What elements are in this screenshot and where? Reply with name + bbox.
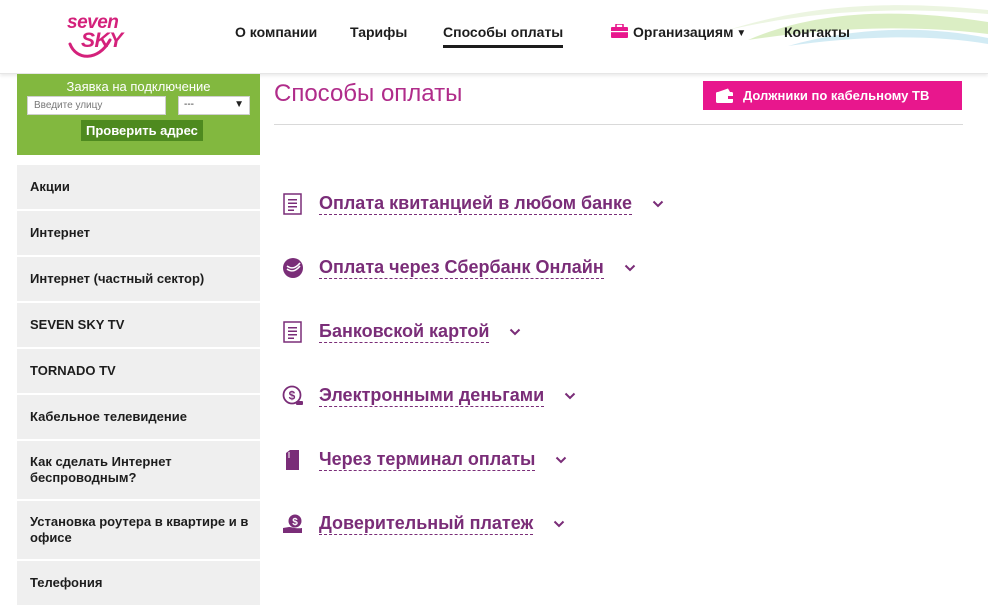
payment-method-label: Доверительный платеж — [319, 513, 534, 535]
sidebar-item-label: Интернет — [30, 225, 91, 240]
chevron-down-icon — [554, 520, 565, 528]
nav-organizations[interactable]: Организациям ▼ — [611, 24, 746, 40]
payment-method-label: Оплата через Сбербанк Онлайн — [319, 257, 604, 279]
sidebar-item-router-install[interactable]: Установка роутера в квартире и в офисе — [17, 501, 260, 559]
sidebar-item-telephony[interactable]: Телефония — [17, 561, 260, 605]
svg-text:$: $ — [289, 389, 296, 403]
sidebar-item-internet-private[interactable]: Интернет (частный сектор) — [17, 257, 260, 301]
payment-method-terminal[interactable]: Через терминал оплаты — [282, 445, 567, 475]
chevron-down-icon — [510, 328, 521, 336]
chevron-down-icon — [564, 392, 576, 400]
sidebar-item-label: Телефония — [30, 575, 103, 590]
sidebar-item-promotions[interactable]: Акции — [17, 165, 260, 209]
title-divider — [274, 124, 963, 125]
nav-tariffs[interactable]: Тарифы — [350, 24, 407, 40]
logo-smile-icon — [68, 38, 112, 58]
sidebar-item-label: Как сделать Интернет беспроводным? — [30, 454, 172, 485]
svg-text:$: $ — [292, 517, 298, 528]
sidebar-item-label: SEVEN SKY TV — [30, 317, 125, 332]
payment-method-bank-receipt[interactable]: Оплата квитанцией в любом банке — [282, 189, 664, 219]
payment-method-sberbank-online[interactable]: Оплата через Сбербанк Онлайн — [282, 253, 636, 283]
check-address-button[interactable]: Проверить адрес — [81, 120, 203, 141]
nav-payment-methods[interactable]: Способы оплаты — [443, 24, 564, 48]
connection-request-box: Заявка на подключение --- ▼ Проверить ад… — [17, 74, 260, 155]
trust-payment-icon: $ — [283, 514, 302, 533]
caret-down-icon: ▼ — [736, 28, 747, 39]
cable-tv-debtors-button[interactable]: Должники по кабельному ТВ — [703, 81, 962, 110]
briefcase-icon — [611, 24, 628, 38]
debtors-button-label: Должники по кабельному ТВ — [743, 88, 930, 103]
sidebar-item-label: Кабельное телевидение — [30, 409, 187, 424]
sidebar-item-label: Интернет (частный сектор) — [30, 271, 205, 286]
sidebar-item-cable-tv[interactable]: Кабельное телевидение — [17, 395, 260, 439]
header-swoosh-decoration — [728, 5, 988, 46]
site-header: seven SKY О компании Тарифы Способы опла… — [0, 0, 988, 74]
sidebar-item-internet[interactable]: Интернет — [17, 211, 260, 255]
payment-method-trust-payment[interactable]: $ Доверительный платеж — [282, 509, 565, 539]
e-money-icon: $ — [282, 385, 303, 405]
receipt-icon — [283, 193, 302, 215]
chevron-down-icon — [624, 264, 635, 272]
payment-method-label: Через терминал оплаты — [319, 449, 536, 471]
terminal-icon — [286, 450, 299, 470]
sidebar-item-label: Акции — [30, 179, 70, 194]
payment-method-label: Банковской картой — [319, 321, 490, 343]
chevron-down-icon — [652, 200, 664, 208]
page-title: Способы оплаты — [274, 80, 463, 107]
payment-method-e-money[interactable]: $ Электронными деньгами — [282, 381, 576, 411]
sidebar-item-wireless-internet[interactable]: Как сделать Интернет беспроводным? — [17, 441, 260, 499]
nav-about[interactable]: О компании — [235, 24, 317, 40]
receipt-icon — [283, 321, 302, 343]
sidebar-item-label: TORNADO TV — [30, 363, 116, 378]
sidebar-item-label: Установка роутера в квартире и в офисе — [30, 514, 249, 545]
chevron-down-icon — [556, 456, 567, 464]
payment-method-label: Оплата квитанцией в любом банке — [319, 193, 633, 215]
payment-method-label: Электронными деньгами — [319, 385, 545, 407]
wallet-icon — [716, 88, 733, 103]
house-select-value: --- — [184, 99, 194, 110]
sidebar-item-tornado-tv[interactable]: TORNADO TV — [17, 349, 260, 393]
payment-method-bank-card[interactable]: Банковской картой — [282, 317, 521, 347]
seven-sky-logo[interactable]: seven SKY — [64, 12, 128, 62]
sberbank-icon — [283, 258, 303, 278]
nav-contacts[interactable]: Контакты — [784, 24, 850, 40]
select-arrow-icon: ▼ — [234, 99, 244, 110]
sidebar-item-seven-sky-tv[interactable]: SEVEN SKY TV — [17, 303, 260, 347]
connection-request-title: Заявка на подключение — [66, 79, 211, 94]
nav-organizations-label: Организациям — [633, 24, 734, 40]
street-input[interactable] — [27, 96, 166, 115]
house-select[interactable]: --- ▼ — [178, 96, 250, 115]
